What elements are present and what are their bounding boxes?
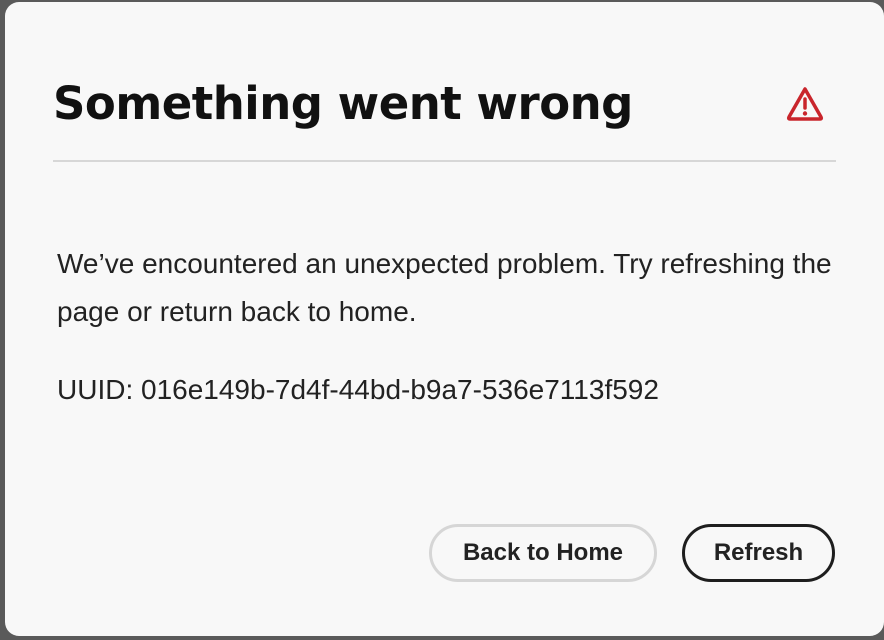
error-uuid: UUID: 016e149b-7d4f-44bd-b9a7-536e7113f5… xyxy=(57,374,659,405)
alert-triangle-icon xyxy=(786,86,824,122)
dialog-title: Something went wrong xyxy=(53,77,633,130)
header-divider xyxy=(53,160,836,162)
error-dialog: Something went wrong We’ve encountered a… xyxy=(5,2,884,636)
error-message: We’ve encountered an unexpected problem.… xyxy=(57,248,832,327)
refresh-button[interactable]: Refresh xyxy=(682,524,835,582)
back-to-home-button[interactable]: Back to Home xyxy=(429,524,657,582)
dialog-header: Something went wrong xyxy=(53,76,836,132)
